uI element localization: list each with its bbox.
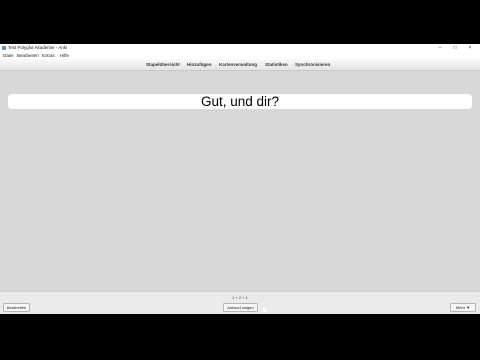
due-counts: 1 + 2 + 1 bbox=[232, 295, 248, 300]
menu-datei[interactable]: Datei bbox=[3, 53, 14, 58]
menu-bar: Datei Bearbeiten Extras Hilfe bbox=[0, 52, 480, 59]
toolbar-stats[interactable]: Statistiken bbox=[265, 62, 288, 68]
toolbar-sync[interactable]: Synchronisieren bbox=[295, 62, 330, 68]
menu-hilfe[interactable]: Hilfe bbox=[60, 53, 69, 58]
card-question: Gut, und dir? bbox=[8, 94, 472, 109]
toolbar-decks[interactable]: Stapelübersicht bbox=[146, 62, 180, 68]
toolbar-add[interactable]: Hinzufügen bbox=[187, 62, 212, 68]
window-title: Test Polyglot Akademie - Anki bbox=[8, 45, 68, 50]
menu-extras[interactable]: Extras bbox=[42, 53, 55, 58]
review-bottom-bar: Bearbeiten 1 + 2 + 1 Antwort zeigen Mehr… bbox=[0, 291, 480, 314]
main-toolbar: Stapelübersicht Hinzufügen Kartenverwalt… bbox=[0, 59, 480, 71]
anki-app-icon bbox=[2, 45, 6, 50]
edit-button[interactable]: Bearbeiten bbox=[3, 303, 30, 312]
maximize-button[interactable]: □ bbox=[447, 44, 463, 52]
anki-window: Test Polyglot Akademie - Anki – □ × Date… bbox=[0, 44, 480, 314]
menu-bearbeiten[interactable]: Bearbeiten bbox=[17, 53, 39, 58]
close-button[interactable]: × bbox=[462, 44, 478, 52]
show-answer-button[interactable]: Antwort zeigen bbox=[223, 303, 258, 312]
more-button[interactable]: Mehr ▼ bbox=[450, 303, 476, 312]
toolbar-browse[interactable]: Kartenverwaltung bbox=[219, 62, 257, 68]
title-bar: Test Polyglot Akademie - Anki – □ × bbox=[0, 44, 480, 52]
minimize-button[interactable]: – bbox=[432, 44, 448, 52]
